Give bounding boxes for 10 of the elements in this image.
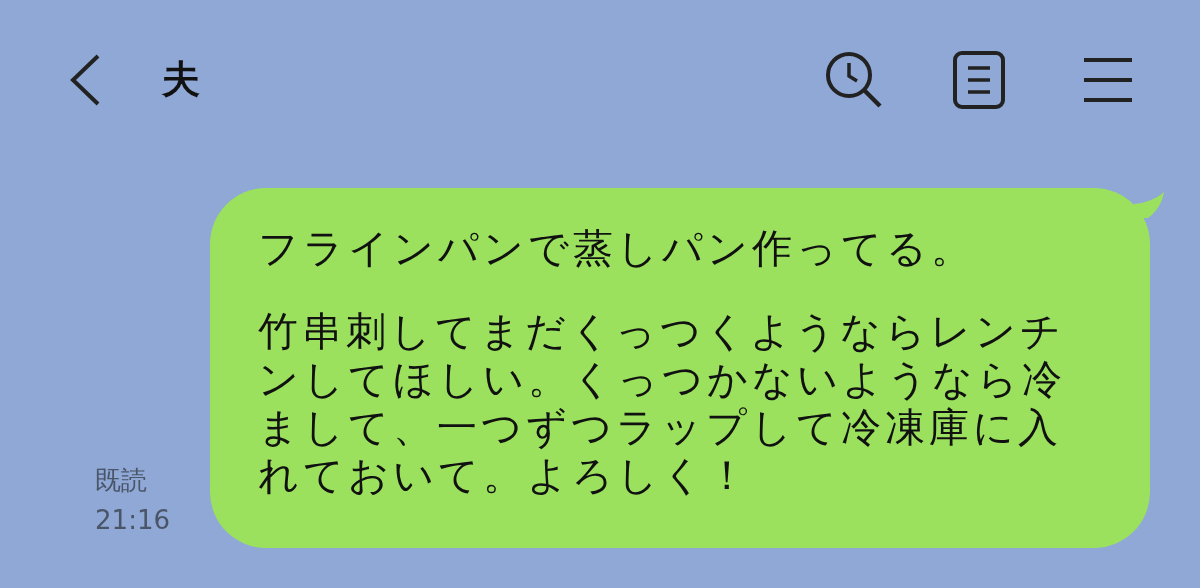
read-receipt: 既読 (95, 464, 149, 497)
message-text: フラインパンで蒸しパン作ってる。 (258, 224, 976, 272)
chat-title: 夫 (162, 56, 200, 103)
message-text: 竹串刺してまだくっつくようならレンチンしてほしい。くっつかないようなら冷まして、一つずつラップして冷凍庫に入れておいて。よろしく！ (258, 307, 1067, 499)
message-time: 21:16 (95, 504, 170, 537)
clock-search-icon (824, 49, 884, 110)
notes-button[interactable] (952, 49, 1006, 110)
back-icon (68, 52, 102, 107)
search-history-button[interactable] (824, 49, 884, 110)
note-icon (952, 49, 1006, 110)
